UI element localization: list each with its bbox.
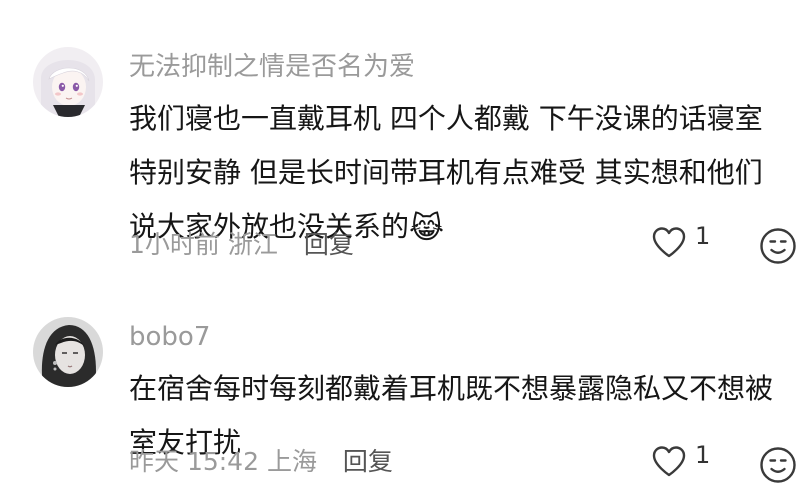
heart-outline-icon xyxy=(652,227,686,258)
comment-time: 1小时前 xyxy=(129,230,220,259)
comment-time: 昨天 15:42 xyxy=(129,447,259,476)
like-button[interactable]: 1 xyxy=(651,222,731,264)
smiley-face-icon xyxy=(760,228,796,264)
comment-username[interactable]: 无法抑制之情是否名为爱 xyxy=(129,47,415,87)
reply-button[interactable]: 回复 xyxy=(343,447,393,476)
comment-meta: 1小时前 浙江 回复 xyxy=(129,227,354,263)
emoji-reaction-button[interactable] xyxy=(759,227,797,265)
reply-button[interactable]: 回复 xyxy=(304,230,354,259)
avatar[interactable] xyxy=(33,47,103,117)
comment-location: 上海 xyxy=(266,447,317,476)
heart-outline-icon xyxy=(652,446,686,477)
comment-location: 浙江 xyxy=(227,230,278,259)
smiley-face-icon xyxy=(760,447,796,483)
comment-text-body: 我们寝也一直戴耳机 四个人都戴 下午没课的话寝室特别安静 但是长时间带耳机有点难… xyxy=(129,102,763,243)
comment-meta: 昨天 15:42 上海 回复 xyxy=(129,444,393,480)
comment-username[interactable]: bobo7 xyxy=(129,317,210,357)
like-count: 1 xyxy=(695,441,711,469)
like-count: 1 xyxy=(695,222,711,250)
like-button[interactable]: 1 xyxy=(651,441,731,483)
emoji-reaction-button[interactable] xyxy=(759,446,797,484)
avatar[interactable] xyxy=(33,317,103,387)
crying-cat-emoji: 😹 xyxy=(409,211,445,246)
